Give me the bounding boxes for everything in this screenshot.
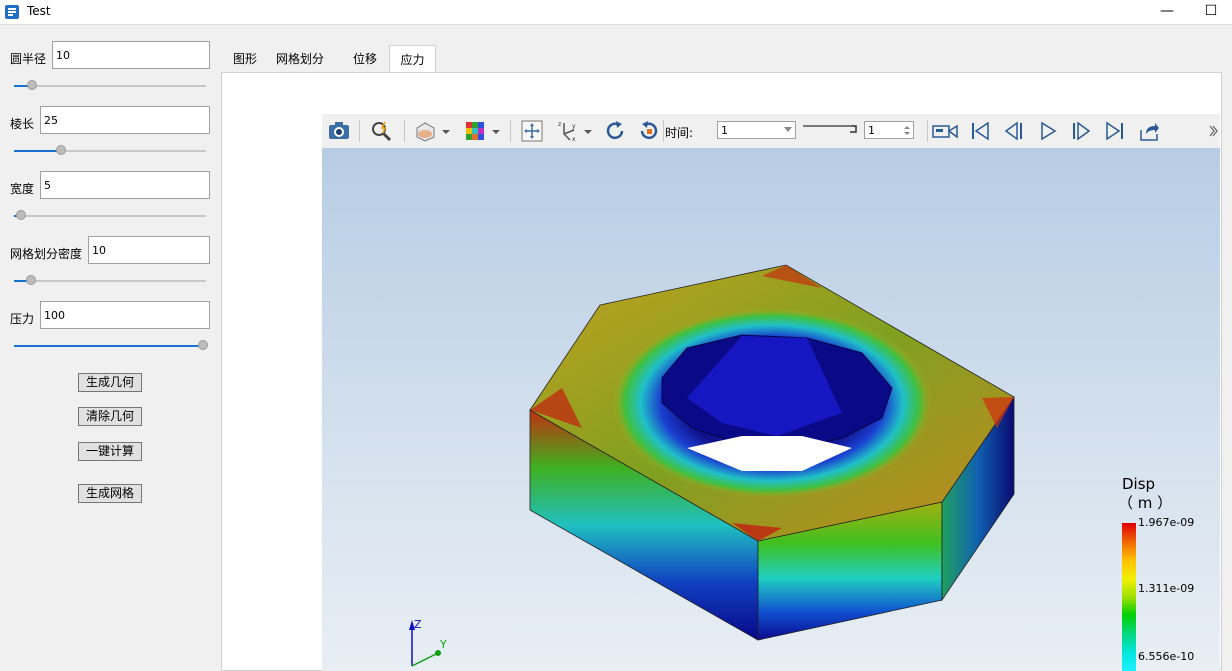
toolbar-overflow-icon[interactable] — [1208, 124, 1218, 138]
fit-view-icon[interactable] — [521, 120, 543, 142]
clip-dropdown-icon[interactable] — [440, 120, 452, 142]
pressure-slider[interactable] — [14, 340, 208, 350]
viewer-toolbar: z yx 时间: 1 1 — [322, 114, 1220, 149]
3d-viewport[interactable]: Z Y Disp （ m ） 1.967e-09 1.311e-09 6.556… — [322, 148, 1220, 671]
clear-geometry-button[interactable]: 清除几何 — [78, 407, 142, 426]
chevron-down-icon — [784, 127, 792, 132]
mesh-density-slider-knob[interactable] — [26, 275, 36, 285]
radius-label: 圆半径 — [10, 52, 47, 66]
time-slider[interactable] — [803, 122, 859, 134]
edge-length-slider-knob[interactable] — [56, 145, 66, 155]
mesh-density-input[interactable] — [88, 236, 210, 264]
title-bar: Test — ☐ — [0, 0, 1232, 25]
axes-orientation-icon[interactable]: z yx — [556, 120, 578, 142]
clip-plane-icon[interactable] — [414, 120, 436, 142]
pressure-input[interactable] — [40, 301, 210, 329]
tab-stress[interactable]: 应力 — [389, 45, 436, 73]
pressure-slider-knob[interactable] — [198, 340, 208, 350]
tab-geometry[interactable]: 图形 — [222, 45, 268, 73]
legend-title: Disp — [1122, 475, 1156, 493]
mesh-density-label: 网格划分密度 — [10, 247, 83, 261]
width-input[interactable] — [40, 171, 210, 199]
rotate-icon[interactable] — [604, 120, 626, 142]
time-label: 时间: — [665, 126, 694, 140]
export-icon[interactable] — [1138, 120, 1160, 142]
time-spinbox-value: 1 — [868, 124, 875, 137]
next-frame-icon[interactable] — [1070, 120, 1092, 142]
edge-length-label: 棱长 — [10, 117, 35, 131]
parameter-panel: 圆半径 棱长 宽度 网格划分密度 压力 生成几何 清除几何 一键计算 生成网格 — [0, 25, 220, 671]
time-select-value: 1 — [721, 124, 728, 137]
width-label: 宽度 — [10, 182, 35, 196]
time-select[interactable]: 1 — [717, 121, 796, 139]
last-frame-icon[interactable] — [1104, 120, 1126, 142]
width-slider-knob[interactable] — [16, 210, 26, 220]
svg-text:z: z — [558, 121, 561, 128]
reset-view-icon[interactable] — [638, 120, 660, 142]
radius-slider-knob[interactable] — [27, 80, 37, 90]
axes-triad: Z Y — [409, 618, 447, 667]
svg-text:x: x — [572, 136, 576, 142]
maximize-button[interactable]: ☐ — [1201, 2, 1221, 20]
zoom-search-icon[interactable] — [370, 120, 392, 142]
first-frame-icon[interactable] — [969, 120, 991, 142]
width-slider[interactable] — [14, 210, 206, 220]
app-icon — [5, 5, 19, 19]
time-spinbox[interactable]: 1 — [864, 121, 914, 139]
tab-displacement[interactable]: 位移 — [342, 45, 388, 73]
edge-length-slider[interactable] — [14, 145, 206, 155]
legend-unit: （ m ） — [1118, 494, 1173, 512]
minimize-button[interactable]: — — [1157, 2, 1177, 20]
z-axis-label: Z — [414, 618, 422, 631]
display-style-icon[interactable] — [464, 120, 486, 142]
prev-frame-icon[interactable] — [1003, 120, 1025, 142]
svg-text:y: y — [572, 123, 576, 130]
video-record-icon[interactable] — [932, 120, 958, 142]
radius-input[interactable] — [52, 41, 210, 69]
legend-mid-value: 1.311e-09 — [1138, 582, 1195, 595]
camera-icon[interactable] — [328, 120, 350, 142]
edge-length-input[interactable] — [40, 106, 210, 134]
y-axis-label: Y — [439, 638, 447, 651]
window-title: Test — [27, 4, 51, 18]
legend-max-value: 1.967e-09 — [1138, 516, 1195, 529]
color-scale-bar — [1122, 523, 1136, 671]
mesh-density-slider[interactable] — [14, 275, 206, 285]
generate-geometry-button[interactable]: 生成几何 — [78, 373, 142, 392]
tab-meshing[interactable]: 网格划分 — [270, 45, 330, 73]
radius-slider[interactable] — [14, 80, 206, 90]
legend-min-value: 6.556e-10 — [1138, 650, 1195, 663]
generate-mesh-button[interactable]: 生成网格 — [78, 484, 142, 503]
display-dropdown-icon[interactable] — [490, 120, 502, 142]
one-click-compute-button[interactable]: 一键计算 — [78, 442, 142, 461]
stress-contour-model — [529, 264, 1015, 641]
axes-dropdown-icon[interactable] — [582, 120, 594, 142]
pressure-label: 压力 — [10, 312, 35, 326]
spin-arrows-icon[interactable] — [904, 125, 910, 136]
play-icon[interactable] — [1037, 120, 1059, 142]
